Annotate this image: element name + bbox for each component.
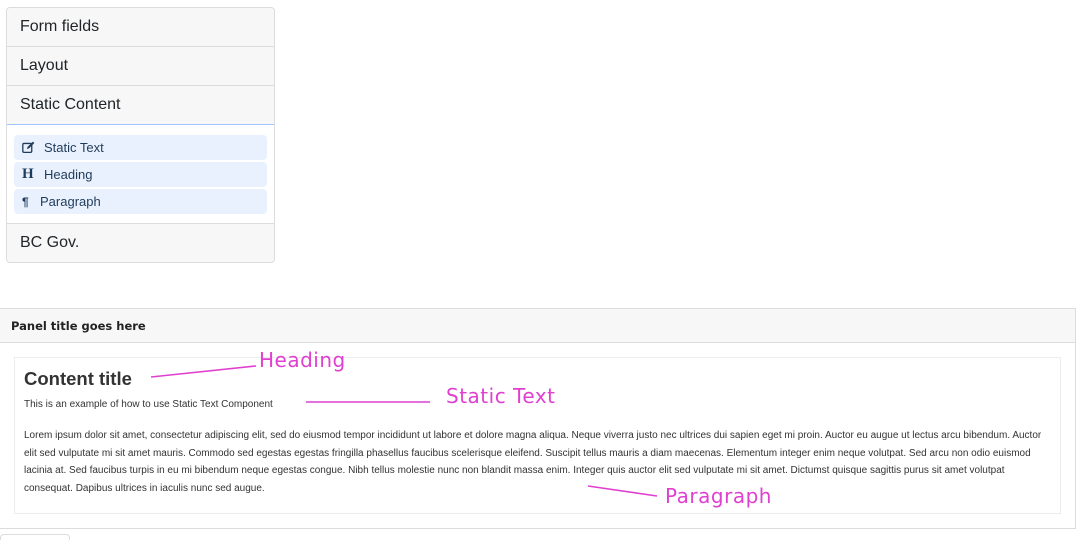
static-text-annotation: Static Text <box>446 384 556 408</box>
paragraph-annotation-line <box>587 485 658 497</box>
heading-annotation-line <box>150 365 257 378</box>
paragraph-annotation: Paragraph <box>665 484 772 508</box>
bottom-tab-edge <box>0 534 70 540</box>
annotation-lines <box>150 365 658 497</box>
heading-annotation: Heading <box>259 348 346 372</box>
